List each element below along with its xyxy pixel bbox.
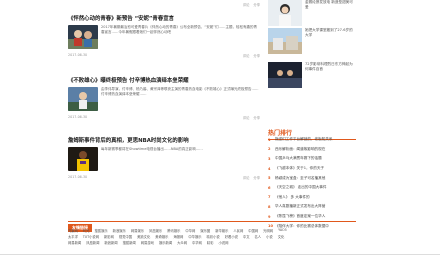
friend-link[interactable]: 新浪新闻 — [104, 240, 117, 246]
ranking-item[interactable]: 2 西乐解析面：闻道故影响的现在 — [268, 145, 356, 155]
article-meta: 2017-06-30 评论 分享 — [68, 175, 260, 180]
sidebar-photo-item[interactable]: 金赛纶撩发放电 新造型甜美可爱 — [268, 0, 356, 26]
ranking-item[interactable]: 6 《天空之城》 走出的中国大事件 — [268, 183, 356, 193]
share-link[interactable]: 分享 — [253, 175, 260, 180]
ranking-link[interactable]: 《他人》 多 大事件的 — [275, 195, 310, 200]
friend-links: 鸟巢网 时光 搜狐娱乐 新浪娱乐 网易娱乐 凤凰娱乐 腾讯娱乐 中华网 娱乐圈 新华娱乐 人民网 中国… — [68, 228, 356, 246]
ranking-link[interactable]: 《天空之城》 走出的中国大事件 — [275, 185, 326, 190]
article-meta: 2017-06-30 评论 分享 — [68, 115, 260, 120]
sidebar-photo-caption[interactable]: 72岁影帝料理烈日东方神起为何事件自首 — [305, 62, 356, 88]
article-thumbnail[interactable] — [68, 25, 98, 49]
friend-links-row: 网易新闻 凤凰新闻 新浪新闻 搜狐新闻 网易游戏 娱乐新闻 大众网 中华网 精彩 小说网 — [68, 240, 356, 246]
friend-link[interactable]: 中华网 — [192, 240, 202, 246]
friend-link[interactable]: 搜狐新闻 — [123, 240, 136, 246]
ranking-link[interactable]: 西乐解析面：闻道故影响的现在 — [275, 147, 325, 152]
rank-number: 6 — [268, 185, 271, 190]
sidebar-photo-caption[interactable]: 她把大学课堂搬到了27-6岁的大学 — [305, 28, 356, 54]
rank-number: 4 — [268, 166, 271, 171]
ranking-item[interactable]: 8 华人真剧播新正式发布出大阵营 — [268, 202, 356, 212]
top-meta-row: 评论 分享 — [68, 2, 260, 7]
ranking-link[interactable]: 华人真剧播新正式发布出大阵营 — [275, 204, 325, 209]
sidebar-photo[interactable] — [268, 62, 302, 88]
rank-number: 1 — [268, 137, 271, 142]
friend-link[interactable]: 凤凰新闻 — [86, 240, 99, 246]
friend-link[interactable]: 名人 — [255, 234, 262, 240]
article-title[interactable]: 詹姆斯事件背后的真相，更思NBA时尚文化的影响 — [68, 136, 260, 144]
ranking-link[interactable]: 杨颖成为宝盒：至子可名播其他 — [275, 176, 325, 181]
footer-divider — [0, 254, 440, 255]
friend-link[interactable]: 网易游戏 — [141, 240, 154, 246]
ranking-link[interactable]: 中国乒乓大满贯年赛下的话题 — [275, 156, 322, 161]
comment-link[interactable]: 评论 — [243, 175, 250, 180]
article-title[interactable]: 《怦然心动的青春》新预告 “安妮”青春宣言 — [68, 14, 260, 22]
rank-number: 2 — [268, 147, 271, 152]
friend-link[interactable]: 精彩 — [207, 240, 214, 246]
article-card[interactable]: 《怦然心动的青春》新预告 “安妮”青春宣言 2017年暑期最治愈可爱青春片《怦然… — [68, 14, 260, 58]
rank-number: 5 — [268, 176, 271, 181]
friend-link[interactable]: 文化 — [278, 234, 285, 240]
rank-number: 8 — [268, 204, 271, 209]
article-excerpt: 2017年暑期最治愈可爱青春片《怦然心动的青春》公布全新预告，“安妮”们……主题… — [101, 25, 258, 35]
friend-link[interactable]: 网易新闻 — [68, 240, 81, 246]
share-link[interactable]: 分享 — [253, 115, 260, 120]
friend-link[interactable]: 小说 — [266, 234, 273, 240]
article-thumbnail[interactable] — [68, 87, 98, 111]
share-link[interactable]: 分享 — [253, 2, 260, 7]
article-excerpt: 由李伟导演，付辛博、杨乃馨、黄宗泽等联袂主演的青春热血电影《不败雄心》正式曝光终… — [101, 87, 259, 97]
friend-link[interactable]: 娱乐新闻 — [159, 240, 172, 246]
ranking-item[interactable]: 3 中国乒乓大满贯年赛下的话题 — [268, 154, 356, 164]
friend-link[interactable]: 小说网 — [219, 240, 229, 246]
article-card[interactable]: 《不败雄心》曝终极预告 付辛博热血演绎本垒荣耀 由李伟导演，付辛博、杨乃馨、黄宗… — [68, 76, 260, 120]
friend-links-header: 友情链接 — [68, 214, 356, 232]
rank-number: 3 — [268, 156, 271, 161]
article-meta: 2017-06-30 评论 分享 — [68, 53, 260, 58]
article-date: 2017-06-30 — [68, 115, 88, 119]
ranking-item[interactable]: 7 《他人》 多 大事件的 — [268, 193, 356, 203]
article-thumbnail[interactable] — [68, 147, 98, 171]
article-date: 2017-06-30 — [68, 175, 88, 179]
article-date: 2017-06-30 — [68, 53, 88, 57]
ranking-link[interactable]: 《飞越本体》关于1，你的天子 — [275, 166, 324, 171]
ranking-link[interactable]: 叛逆们工作平台解锁的，老板知关系 — [275, 137, 333, 142]
ranking-item[interactable]: 5 杨颖成为宝盒：至子可名播其他 — [268, 173, 356, 183]
rank-number: 7 — [268, 195, 271, 200]
article-excerpt: 每年新赛季都将在Showtime电视台播出……NBA的真正影响…… — [101, 147, 203, 151]
sidebar-photo[interactable] — [268, 28, 302, 54]
friend-link[interactable]: 中文 — [243, 234, 250, 240]
comment-link[interactable]: 评论 — [243, 2, 250, 7]
share-link[interactable]: 分享 — [253, 53, 260, 58]
article-title[interactable]: 《不败雄心》曝终极预告 付辛博热血演绎本垒荣耀 — [68, 76, 260, 84]
comment-link[interactable]: 评论 — [243, 53, 250, 58]
ranking-item[interactable]: 4 《飞越本体》关于1，你的天子 — [268, 164, 356, 174]
sidebar-photo-item[interactable]: 她把大学课堂搬到了27-6岁的大学 — [268, 28, 356, 54]
sidebar-photo-item[interactable]: 72岁影帝料理烈日东方神起为何事件自首 — [268, 62, 356, 88]
article-card[interactable]: 詹姆斯事件背后的真相，更思NBA时尚文化的影响 每年新赛季都将在Showtime… — [68, 136, 260, 180]
ranking-item[interactable]: 1 叛逆们工作平台解锁的，老板知关系 — [268, 135, 356, 145]
sidebar-photo[interactable] — [268, 0, 302, 26]
sidebar-photo-caption[interactable]: 金赛纶撩发放电 新造型甜美可爱 — [305, 0, 356, 26]
comment-link[interactable]: 评论 — [243, 115, 250, 120]
friend-link[interactable]: 大众网 — [177, 240, 187, 246]
